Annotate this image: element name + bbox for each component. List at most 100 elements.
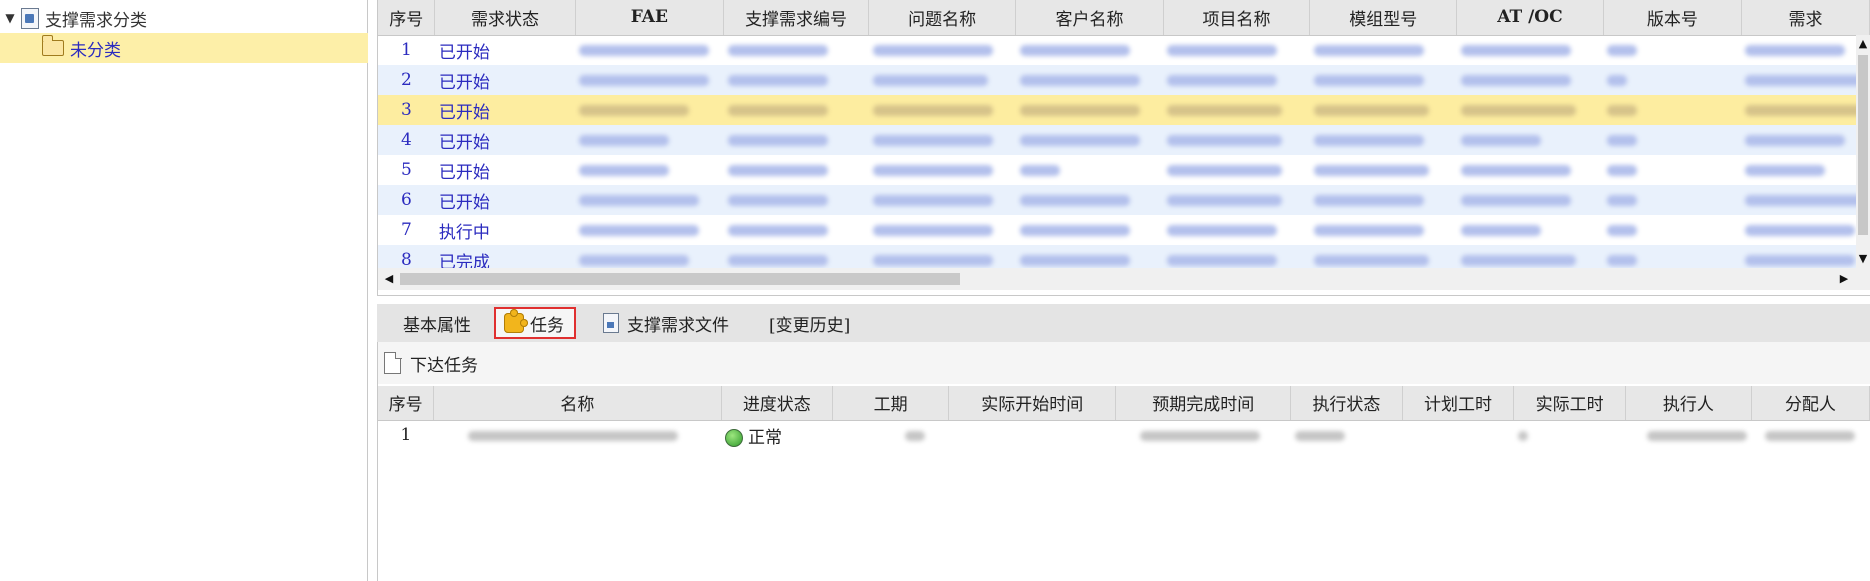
column-header[interactable]: 实际开始时间 [948,386,1117,421]
redacted-cell [575,65,724,95]
redacted-text [579,135,670,146]
column-header[interactable]: 客户名称 [1015,0,1164,36]
column-header[interactable]: 执行状态 [1290,386,1403,421]
table-row[interactable]: 2 已开始 [378,65,1870,95]
redacted-cell [1309,125,1457,155]
redacted-text [1745,105,1866,116]
redacted-text [872,195,993,206]
redacted-cell [1309,35,1457,65]
redacted-text [1460,45,1571,57]
task-index: 1 [378,420,434,450]
redacted-cell [1015,65,1164,95]
column-header[interactable]: 需求 [1741,0,1870,36]
requirements-table: 序号 需求状态 FAE 支撑需求编号 问题名称 客户名称 项目名称 模组型号 A… [378,0,1870,275]
scroll-thumb[interactable] [1858,55,1868,235]
task-progress: 正常 [748,427,783,448]
redacted-text [579,75,710,86]
horizontal-scrollbar[interactable]: ◀ ▶ [378,268,1870,290]
assign-task-button[interactable]: 下达任务 [384,351,478,376]
tree-node-root[interactable]: ▼ 支撑需求分类 [0,3,368,33]
column-header[interactable]: 模组型号 [1309,0,1458,36]
column-header[interactable]: 支撑需求编号 [723,0,870,36]
row-status: 已开始 [434,155,576,185]
redacted-text [727,195,828,206]
column-header[interactable]: 序号 [378,386,435,421]
tree-child-label: 未分类 [70,40,121,61]
redacted-text [1167,75,1278,86]
tab-change-history[interactable]: [变更历史] [769,307,850,339]
redacted-cell [1456,185,1604,215]
redacted-cell [1741,215,1870,245]
redacted-cell [1603,65,1742,95]
redacted-text [467,430,678,441]
task-progress-cell: 正常 [721,420,833,450]
column-header[interactable]: 序号 [378,0,436,36]
redacted-text [727,45,828,57]
scroll-right-icon[interactable]: ▶ [1837,272,1851,286]
collapse-toggle-icon[interactable]: ▼ [1,11,19,25]
column-header[interactable]: 版本号 [1603,0,1742,36]
redacted-cell [868,215,1016,245]
task-start-cell [948,420,1116,450]
redacted-text [1607,75,1628,86]
redacted-cell [1603,185,1742,215]
tab-requirement-files[interactable]: 支撑需求文件 [603,307,729,339]
column-header[interactable]: 计划工时 [1402,386,1515,421]
redacted-text [1745,165,1826,176]
column-header[interactable]: 名称 [433,386,722,421]
redacted-cell [1163,155,1310,185]
redacted-text [1019,255,1130,266]
redacted-cell [868,155,1016,185]
redacted-text [872,105,993,116]
redacted-text [727,225,828,236]
column-header[interactable]: 实际工时 [1513,386,1626,421]
column-header[interactable]: 进度状态 [721,386,834,421]
scroll-thumb[interactable] [400,273,960,285]
scroll-up-icon[interactable]: ▲ [1856,37,1870,51]
column-header[interactable]: FAE [575,0,725,36]
redacted-text [1139,430,1260,441]
table-row[interactable]: 5 已开始 [378,155,1870,185]
tree-node-unclassified[interactable]: 未分类 [0,33,368,63]
vertical-scrollbar[interactable]: ▲ ▼ [1856,35,1870,268]
column-header[interactable]: AT /OC [1456,0,1604,36]
category-tree: ▼ 支撑需求分类 未分类 [0,0,368,581]
table-row[interactable]: 1 正常 [378,420,1870,450]
column-header[interactable]: 项目名称 [1163,0,1311,36]
column-header[interactable]: 问题名称 [868,0,1017,36]
column-header[interactable]: 工期 [832,386,950,421]
redacted-text [1765,430,1856,441]
redacted-cell [1456,95,1604,125]
table-row[interactable]: 6 已开始 [378,185,1870,215]
table-row[interactable]: 4 已开始 [378,125,1870,155]
redacted-cell [1741,155,1870,185]
column-header[interactable]: 分配人 [1751,386,1870,421]
redacted-cell [1163,35,1310,65]
tab-basic-properties[interactable]: 基本属性 [403,307,471,339]
redacted-cell [1741,185,1870,215]
redacted-cell [1456,65,1604,95]
scroll-down-icon[interactable]: ▼ [1856,252,1870,266]
table-row[interactable]: 1 已开始 [378,35,1870,65]
redacted-text [1167,195,1283,206]
table-row[interactable]: 3 已开始 [378,95,1870,125]
redacted-cell [1163,125,1310,155]
redacted-cell [1456,215,1604,245]
column-header[interactable]: 执行人 [1625,386,1752,421]
redacted-text [579,165,670,176]
redacted-text [1313,165,1429,176]
tab-tasks[interactable]: 任务 [494,307,576,339]
column-header[interactable]: 需求状态 [434,0,576,36]
scroll-left-icon[interactable]: ◀ [382,272,396,286]
column-header[interactable]: 预期完成时间 [1115,386,1292,421]
redacted-cell [723,185,869,215]
redacted-text [1607,255,1638,266]
redacted-text [1607,195,1638,206]
redacted-cell [1163,95,1310,125]
table-row[interactable]: 7 执行中 [378,215,1870,245]
redacted-cell [723,215,869,245]
row-index: 3 [378,95,435,125]
redacted-cell [1309,65,1457,95]
redacted-text [579,45,710,57]
redacted-cell [575,185,724,215]
